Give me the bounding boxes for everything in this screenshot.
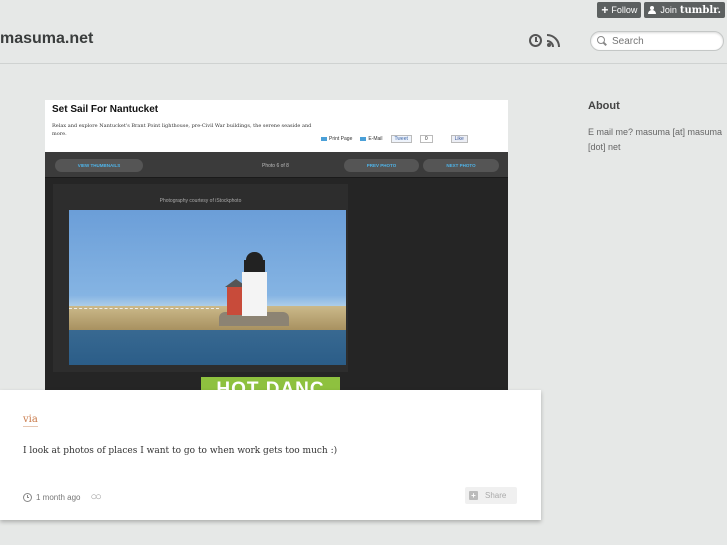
tweet-badge: Tweet: [390, 135, 412, 143]
permalink-icon[interactable]: ○○: [90, 491, 101, 503]
share-button[interactable]: + Share: [465, 487, 517, 504]
lighthouse-tower: [242, 272, 267, 316]
search-icon: [597, 36, 607, 46]
photo-counter: Photo 6 of 8: [262, 163, 289, 169]
prev-photo-button: PREV PHOTO: [344, 159, 419, 172]
print-label: Print Page: [329, 136, 353, 142]
next-photo-button: NEXT PHOTO: [423, 159, 499, 172]
fence: [69, 308, 219, 311]
search-input[interactable]: [612, 35, 712, 47]
post-meta: 1 month ago ○○: [23, 491, 102, 503]
about-heading: About: [588, 100, 620, 112]
photo-page-header: Set Sail For Nantucket Relax and explore…: [45, 100, 508, 152]
clock-icon: [23, 492, 32, 502]
post-caption: I look at photos of places I want to go …: [23, 446, 338, 456]
photo-credit: Photography courtesy of iStockphoto: [159, 198, 242, 204]
photo-page-title: Set Sail For Nantucket: [52, 104, 159, 115]
rss-icon[interactable]: [547, 34, 560, 47]
header-icons: [529, 34, 560, 47]
photo-page-description: Relax and explore Nantucket's Brant Poin…: [52, 123, 312, 137]
share-label: Share: [485, 491, 507, 500]
share-icon: +: [469, 491, 478, 500]
email-link: E-Mail: [360, 136, 383, 142]
like-badge: Like: [450, 135, 468, 143]
search-box[interactable]: [590, 31, 724, 51]
archive-clock-icon[interactable]: [529, 34, 542, 47]
post-photo[interactable]: Set Sail For Nantucket Relax and explore…: [45, 100, 508, 400]
print-icon: [321, 136, 327, 141]
lighthouse-image: [69, 210, 346, 365]
via-link[interactable]: via: [23, 414, 38, 427]
about-text: E mail me? masuma [at] masuma [dot] net: [588, 127, 723, 152]
tweet-count: 0: [419, 135, 433, 143]
site-header: masuma.net: [0, 0, 727, 64]
post-timestamp[interactable]: 1 month ago: [36, 493, 80, 502]
print-page-link: Print Page: [321, 136, 352, 142]
post-card: via I look at photos of places I want to…: [0, 390, 541, 520]
photo-page-nav: VIEW THUMBNAILS Photo 6 of 8 PREV PHOTO …: [45, 152, 508, 178]
email-label: E-Mail: [368, 136, 383, 142]
site-title[interactable]: masuma.net: [0, 30, 93, 48]
view-thumbnails-button: VIEW THUMBNAILS: [55, 159, 143, 172]
lighthouse-lamp: [244, 260, 265, 272]
email-icon: [360, 136, 367, 141]
lighthouse-roof: [246, 252, 263, 260]
photo-frame: Photography courtesy of iStockphoto: [53, 184, 348, 372]
photo-page-tools: Print Page E-Mail Tweet 0 Like: [321, 135, 468, 143]
